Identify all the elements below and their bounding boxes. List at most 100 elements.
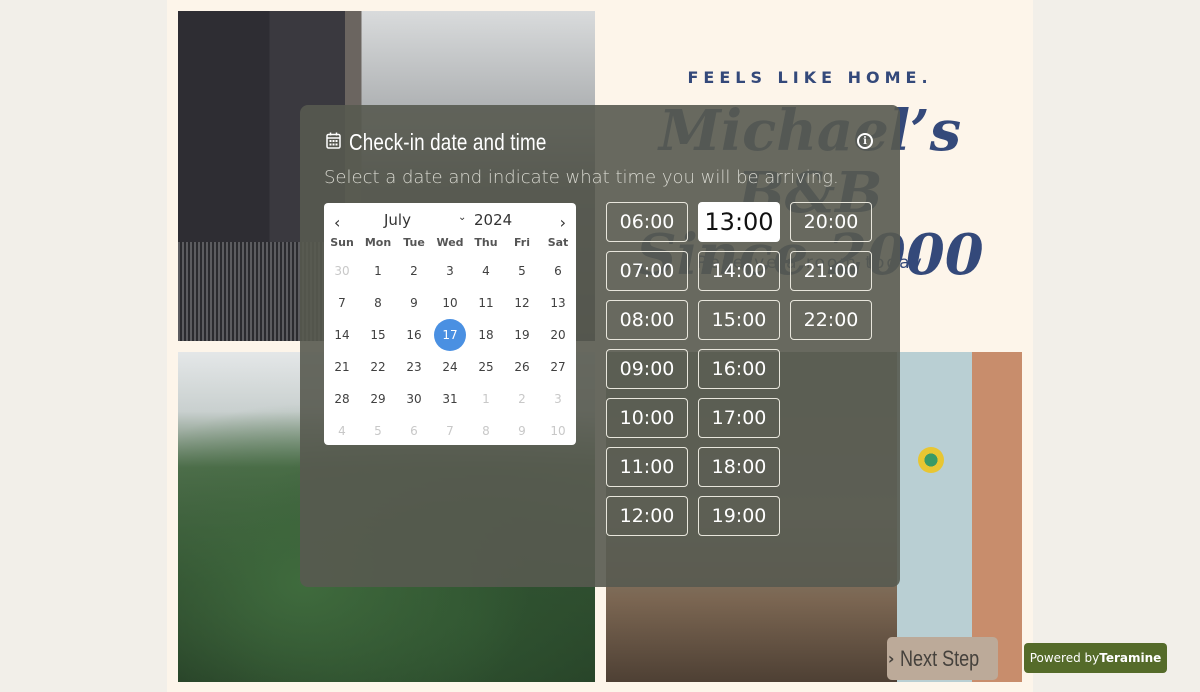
- time-slot-button[interactable]: 19:00: [698, 496, 780, 536]
- next-month-button[interactable]: ›: [560, 213, 566, 232]
- year-input[interactable]: 2024: [474, 211, 512, 229]
- time-slot-button[interactable]: 20:00: [790, 202, 872, 242]
- powered-by-prefix: Powered by: [1029, 651, 1100, 665]
- calendar-day[interactable]: 30: [324, 255, 360, 287]
- calendar-day[interactable]: 28: [324, 383, 360, 415]
- time-slot-button[interactable]: 06:00: [606, 202, 688, 242]
- calendar-week-row: 4 5 6 7 8 9 10: [324, 415, 576, 447]
- weekday-label: Wed: [436, 236, 464, 249]
- calendar-day-number: 8: [482, 424, 490, 438]
- weekday-label: Tue: [403, 236, 425, 249]
- calendar-day[interactable]: 2: [504, 383, 540, 415]
- calendar-day[interactable]: 6: [540, 255, 576, 287]
- hero-tagline: FEELS LIKE HOME.: [687, 68, 933, 87]
- calendar-day[interactable]: 1: [468, 383, 504, 415]
- calendar-day[interactable]: 29: [360, 383, 396, 415]
- calendar-day[interactable]: 8: [468, 415, 504, 447]
- calendar-day[interactable]: 15: [360, 319, 396, 351]
- calendar-day[interactable]: 3: [540, 383, 576, 415]
- calendar-day[interactable]: 16: [396, 319, 432, 351]
- powered-by-badge[interactable]: Powered by Teramine: [1024, 643, 1167, 673]
- time-slot-selected[interactable]: 13:00: [698, 202, 780, 242]
- calendar-day[interactable]: 18: [468, 319, 504, 351]
- calendar-day-number: 30: [406, 392, 422, 406]
- weekday-label: Sat: [547, 236, 569, 249]
- calendar-day-number: 21: [334, 360, 350, 374]
- time-slot-button[interactable]: 08:00: [606, 300, 688, 340]
- calendar-day[interactable]: 21: [324, 351, 360, 383]
- calendar-day[interactable]: 4: [468, 255, 504, 287]
- time-slot-button[interactable]: 22:00: [790, 300, 872, 340]
- prev-month-button[interactable]: ‹: [334, 213, 340, 232]
- calendar-day[interactable]: 8: [360, 287, 396, 319]
- calendar-day[interactable]: 24: [432, 351, 468, 383]
- time-slot-button[interactable]: 21:00: [790, 251, 872, 291]
- calendar-day[interactable]: 7: [432, 415, 468, 447]
- calendar-day-selected[interactable]: 17: [432, 319, 468, 351]
- calendar-day-number: 26: [514, 360, 530, 374]
- calendar-day[interactable]: 12: [504, 287, 540, 319]
- calendar-day[interactable]: 10: [432, 287, 468, 319]
- calendar-day[interactable]: 19: [504, 319, 540, 351]
- calendar-day[interactable]: 4: [324, 415, 360, 447]
- month-select[interactable]: July: [384, 211, 411, 229]
- calendar-day[interactable]: 20: [540, 319, 576, 351]
- calendar-day[interactable]: 23: [396, 351, 432, 383]
- weekday-label: Thu: [474, 236, 498, 249]
- time-slot-button[interactable]: 18:00: [698, 447, 780, 487]
- calendar-day[interactable]: 10: [540, 415, 576, 447]
- calendar-day-number: 1: [374, 264, 382, 278]
- calendar-day-number: 27: [550, 360, 566, 374]
- calendar-day-number: 19: [514, 328, 530, 342]
- modal-subtitle: Select a date and indicate what time you…: [324, 167, 839, 188]
- calendar-day-number: 31: [442, 392, 458, 406]
- time-slot-button[interactable]: 12:00: [606, 496, 688, 536]
- time-slot-button[interactable]: 15:00: [698, 300, 780, 340]
- time-slot-button[interactable]: 17:00: [698, 398, 780, 438]
- calendar-day[interactable]: 11: [468, 287, 504, 319]
- calendar-day-number: 13: [550, 296, 566, 310]
- calendar-day[interactable]: 2: [396, 255, 432, 287]
- calendar-day-number: 16: [406, 328, 422, 342]
- time-slot-button[interactable]: 10:00: [606, 398, 688, 438]
- calendar-day[interactable]: 5: [360, 415, 396, 447]
- calendar-day-number: 5: [374, 424, 382, 438]
- weekday-label: Mon: [364, 236, 392, 249]
- calendar-day-number: 30: [334, 264, 350, 278]
- time-slot-button[interactable]: 07:00: [606, 251, 688, 291]
- next-step-button[interactable]: › Next Step: [887, 637, 998, 680]
- calendar-day-number: 11: [478, 296, 494, 310]
- photo-flower-decoration: [918, 447, 944, 473]
- calendar-day[interactable]: 9: [504, 415, 540, 447]
- calendar-day[interactable]: 31: [432, 383, 468, 415]
- chevron-down-icon[interactable]: ⌄: [458, 212, 466, 223]
- time-slot-button[interactable]: 14:00: [698, 251, 780, 291]
- info-icon[interactable]: i: [857, 133, 873, 149]
- calendar-week-row: 7 8 9 10 11 12 13: [324, 287, 576, 319]
- calendar-day[interactable]: 30: [396, 383, 432, 415]
- calendar-day[interactable]: 3: [432, 255, 468, 287]
- checkin-modal: Check-in date and time i Select a date a…: [300, 105, 900, 587]
- calendar-week-row: 21 22 23 24 25 26 27: [324, 351, 576, 383]
- calendar-day[interactable]: 13: [540, 287, 576, 319]
- time-slot-button[interactable]: 09:00: [606, 349, 688, 389]
- calendar-day-number: 24: [442, 360, 458, 374]
- weekday-label: Sun: [330, 236, 354, 249]
- time-slot-button[interactable]: 11:00: [606, 447, 688, 487]
- calendar-day[interactable]: 7: [324, 287, 360, 319]
- calendar-day[interactable]: 27: [540, 351, 576, 383]
- calendar-day[interactable]: 22: [360, 351, 396, 383]
- calendar-day[interactable]: 6: [396, 415, 432, 447]
- calendar-day[interactable]: 26: [504, 351, 540, 383]
- calendar-week-row: 14 15 16 17 18 19 20: [324, 319, 576, 351]
- calendar-day[interactable]: 5: [504, 255, 540, 287]
- calendar-day[interactable]: 14: [324, 319, 360, 351]
- calendar-day[interactable]: 9: [396, 287, 432, 319]
- calendar-day[interactable]: 1: [360, 255, 396, 287]
- calendar-day[interactable]: 25: [468, 351, 504, 383]
- calendar-day-number: 9: [518, 424, 526, 438]
- time-slot-button[interactable]: 16:00: [698, 349, 780, 389]
- powered-by-brand: Teramine: [1099, 651, 1162, 665]
- calendar-day-number: 6: [554, 264, 562, 278]
- calendar-day-number: 17: [434, 319, 466, 351]
